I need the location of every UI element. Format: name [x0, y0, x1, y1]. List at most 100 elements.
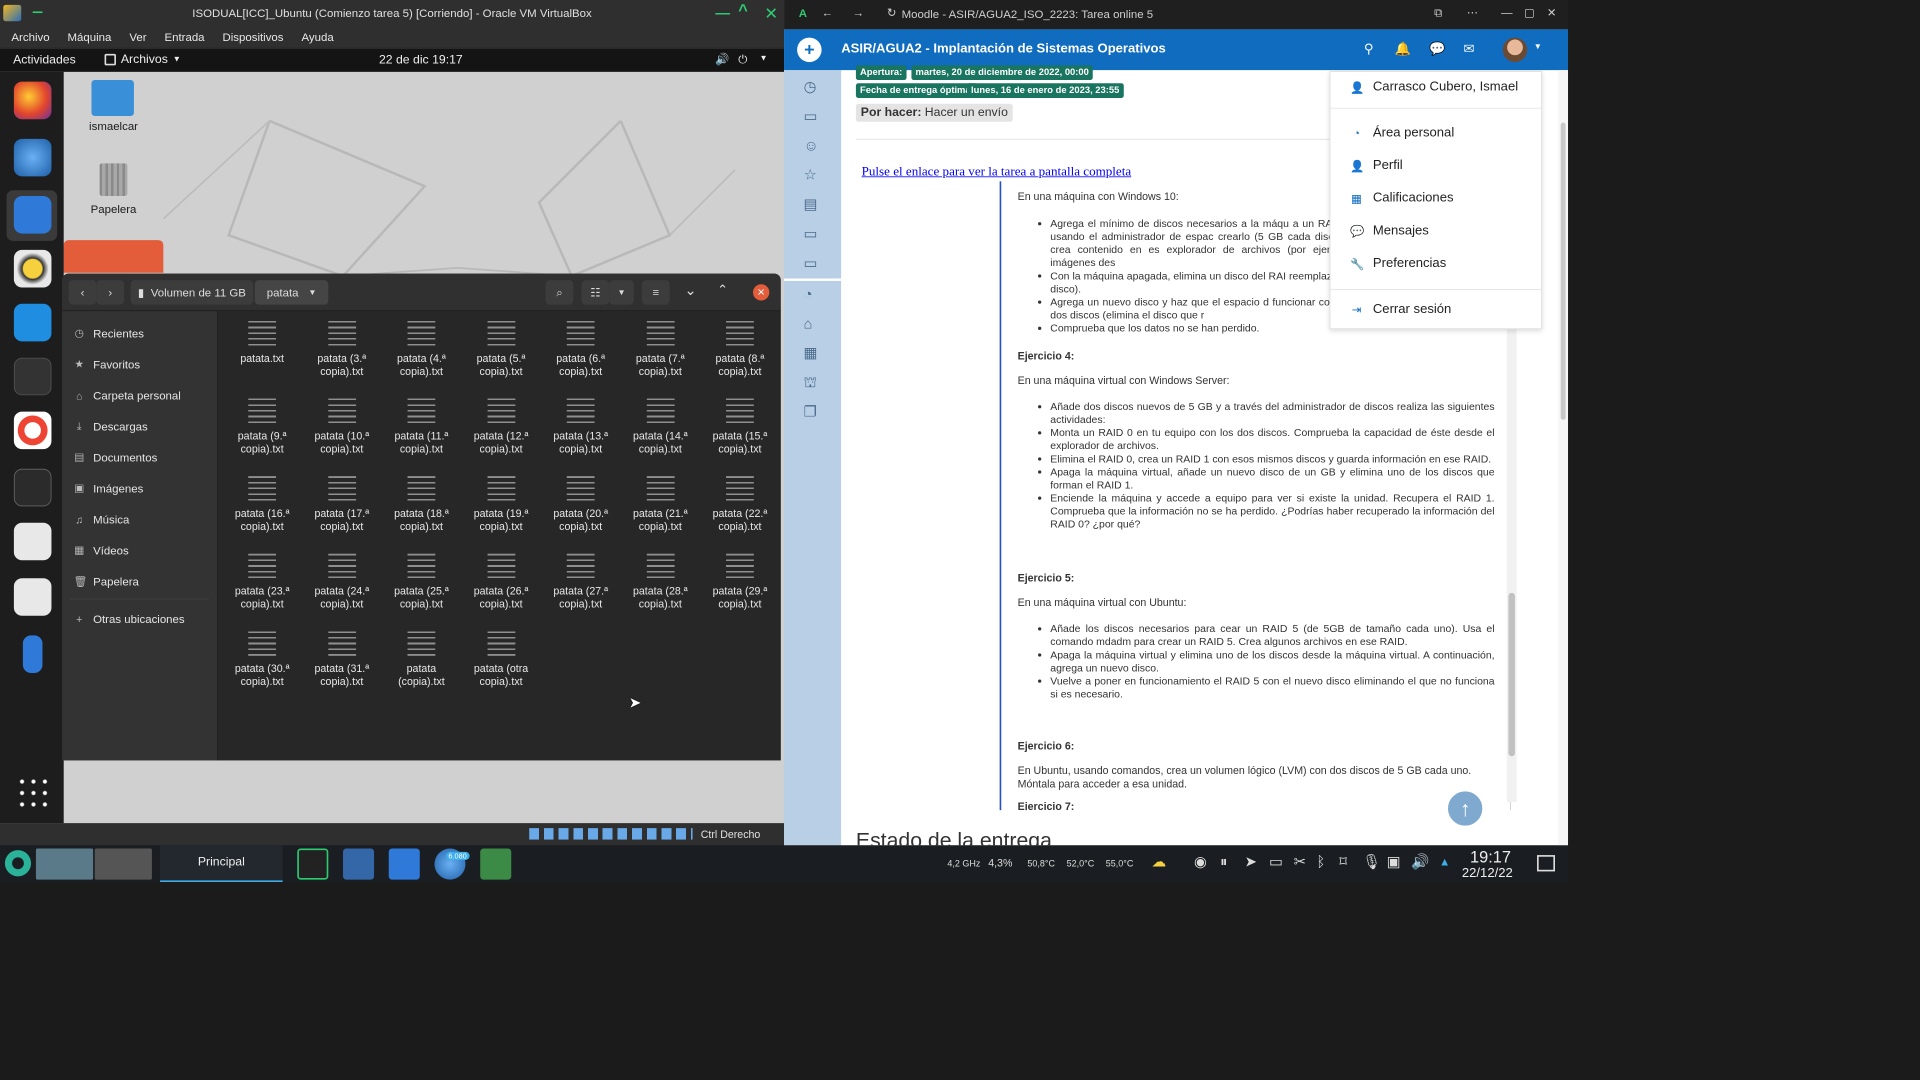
- iframe-scrollbar-thumb[interactable]: [1508, 592, 1515, 757]
- file-item[interactable]: patata (14.ª copia).txt: [623, 398, 698, 456]
- file-item[interactable]: patata (16.ª copia).txt: [225, 476, 300, 533]
- sidebar-item-videos[interactable]: ▦ Vídeos: [74, 538, 129, 563]
- minimize-icon[interactable]: —: [1501, 6, 1512, 19]
- search-button[interactable]: ⌕: [545, 280, 574, 305]
- activities-button[interactable]: Actividades: [13, 53, 76, 67]
- file-item[interactable]: patata (19.ª copia).txt: [463, 476, 538, 533]
- file-item[interactable]: patata (copia).txt: [384, 631, 459, 688]
- more-icon[interactable]: ⋯: [1467, 6, 1478, 20]
- file-item[interactable]: patata (28.ª copia).txt: [623, 553, 698, 611]
- chat-icon[interactable]: 💬: [1429, 41, 1445, 57]
- taskbar-files-icon[interactable]: [388, 848, 420, 880]
- folder-icon[interactable]: ▭: [804, 108, 818, 125]
- workspace-2-thumbnail[interactable]: [94, 848, 152, 880]
- file-item[interactable]: patata (24.ª copia).txt: [304, 553, 379, 611]
- workspace-1-thumbnail[interactable]: [35, 848, 94, 880]
- menu-ayuda[interactable]: Ayuda: [301, 30, 333, 43]
- file-item[interactable]: patata (20.ª copia).txt: [543, 476, 618, 533]
- menu-entrada[interactable]: Entrada: [164, 30, 204, 43]
- calendar-icon[interactable]: ▦: [804, 345, 818, 362]
- fullscreen-link[interactable]: Pulse el enlace para ver la tarea a pant…: [862, 165, 1132, 180]
- reload-icon[interactable]: ↻: [887, 6, 897, 20]
- files-icon[interactable]: ❐: [804, 403, 817, 420]
- show-apps-icon[interactable]: [16, 775, 50, 809]
- display-icon[interactable]: ▣: [1387, 853, 1401, 870]
- file-item[interactable]: patata.txt: [225, 320, 300, 365]
- file-item[interactable]: patata (26.ª copia).txt: [463, 553, 538, 611]
- gnome-clock[interactable]: 22 de dic 19:17: [379, 53, 463, 67]
- file-item[interactable]: patata (4.ª copia).txt: [384, 320, 459, 378]
- vbox-close-button[interactable]: ✕: [764, 3, 778, 23]
- page-scrollbar[interactable]: [1558, 70, 1569, 846]
- page-scrollbar-thumb[interactable]: [1560, 122, 1566, 420]
- scroll-top-button[interactable]: ↑: [1445, 788, 1485, 829]
- home-icon[interactable]: ⌂: [804, 315, 813, 332]
- path-folder-button[interactable]: patata ▼: [254, 280, 329, 305]
- color-picker-icon[interactable]: ◉: [1194, 853, 1207, 870]
- forward-button[interactable]: ›: [96, 280, 125, 305]
- terminal-tray-icon[interactable]: ▭: [1269, 853, 1283, 870]
- bell-icon[interactable]: 🔔: [1395, 41, 1411, 57]
- sidebar-item-imagenes[interactable]: ▣ Imágenes: [74, 476, 143, 501]
- file-item[interactable]: patata (23.ª copia).txt: [225, 553, 300, 611]
- vbox-maximize-button[interactable]: ^: [738, 2, 748, 21]
- sidebar-item-favoritos[interactable]: ★ Favoritos: [74, 352, 140, 377]
- start-menu-icon[interactable]: [4, 850, 32, 877]
- file-item[interactable]: patata (29.ª copia).txt: [702, 553, 777, 611]
- taskbar-writer-icon[interactable]: [343, 848, 375, 880]
- sidebar-item-musica[interactable]: ♫ Música: [74, 507, 129, 532]
- file-item[interactable]: patata (31.ª copia).txt: [304, 631, 379, 688]
- bluetooth-icon[interactable]: ᛒ: [1317, 853, 1326, 870]
- menu-ver[interactable]: Ver: [129, 30, 146, 43]
- menu-maquina[interactable]: Máquina: [68, 30, 112, 43]
- show-desktop-icon[interactable]: [1537, 855, 1555, 872]
- sidebar-item-descargas[interactable]: ⤓ Descargas: [74, 414, 148, 439]
- file-item[interactable]: patata (21.ª copia).txt: [623, 476, 698, 533]
- file-item[interactable]: patata (22.ª copia).txt: [702, 476, 777, 533]
- back-icon[interactable]: ←: [822, 6, 833, 19]
- avatar[interactable]: [1502, 37, 1528, 63]
- folder-icon-3[interactable]: ▭: [804, 255, 818, 272]
- taskbar-app-a-icon[interactable]: [297, 848, 329, 880]
- writer-icon[interactable]: [13, 303, 52, 342]
- folder-icon-2[interactable]: ▭: [804, 225, 818, 242]
- volume-icon[interactable]: 🔊: [1411, 853, 1429, 870]
- weather-icon[interactable]: ☁: [1152, 853, 1167, 870]
- minimize-button[interactable]: ⌄: [684, 282, 696, 299]
- clock-date[interactable]: 22/12/22: [1462, 867, 1513, 882]
- menu-item-mensajes[interactable]: 💬 Mensajes: [1350, 224, 1429, 239]
- vbox-minimize-button[interactable]: —: [715, 5, 730, 22]
- file-item[interactable]: patata (10.ª copia).txt: [304, 398, 379, 456]
- install-icon[interactable]: ⧉: [1434, 6, 1442, 20]
- menu-dispositivos[interactable]: Dispositivos: [223, 30, 284, 43]
- maximize-button[interactable]: ⌃: [717, 282, 728, 298]
- graduation-icon[interactable]: ⛫: [804, 374, 818, 394]
- sidebar-item-otras-ubicaciones[interactable]: + Otras ubicaciones: [74, 607, 185, 632]
- help-icon[interactable]: [13, 411, 52, 450]
- path-volume-button[interactable]: ▮ Volumen de 11 GB: [130, 280, 254, 305]
- files-icon[interactable]: [13, 196, 52, 234]
- file-item[interactable]: patata (8.ª copia).txt: [702, 320, 777, 378]
- file-item[interactable]: patata (17.ª copia).txt: [304, 476, 379, 533]
- file-item[interactable]: patata (13.ª copia).txt: [543, 398, 618, 456]
- file-item[interactable]: patata (otra copia).txt: [463, 631, 538, 688]
- volume-icon[interactable]: 🔊: [715, 52, 729, 66]
- software-icon[interactable]: [13, 357, 52, 396]
- microphone-icon[interactable]: 🎙: [1362, 853, 1381, 870]
- menu-button[interactable]: ≡: [641, 280, 670, 305]
- taskbar-monitor-icon[interactable]: [480, 848, 512, 880]
- forward-icon[interactable]: →: [853, 6, 864, 19]
- menu-item-calificaciones[interactable]: ▦ Calificaciones: [1350, 191, 1453, 206]
- drive-icon[interactable]: [13, 522, 52, 561]
- envelope-icon[interactable]: ✉: [1464, 41, 1475, 57]
- home-folder-icon[interactable]: [91, 80, 134, 116]
- clock-icon[interactable]: ◷: [804, 78, 817, 95]
- menu-item-cerrar-sesion[interactable]: ⇥ Cerrar sesión: [1350, 302, 1452, 317]
- pin-icon[interactable]: ⚲: [1364, 41, 1374, 57]
- course-title[interactable]: ASIR/AGUA2 - Implantación de Sistemas Op…: [841, 42, 1166, 57]
- menu-item-user-name[interactable]: 👤 Carrasco Cubero, Ismael: [1350, 80, 1518, 95]
- add-icon[interactable]: +: [797, 37, 822, 63]
- usb-installer-icon[interactable]: [22, 635, 43, 673]
- users-icon[interactable]: ☺: [804, 137, 819, 154]
- dashboard-icon[interactable]: ◔: [804, 286, 813, 303]
